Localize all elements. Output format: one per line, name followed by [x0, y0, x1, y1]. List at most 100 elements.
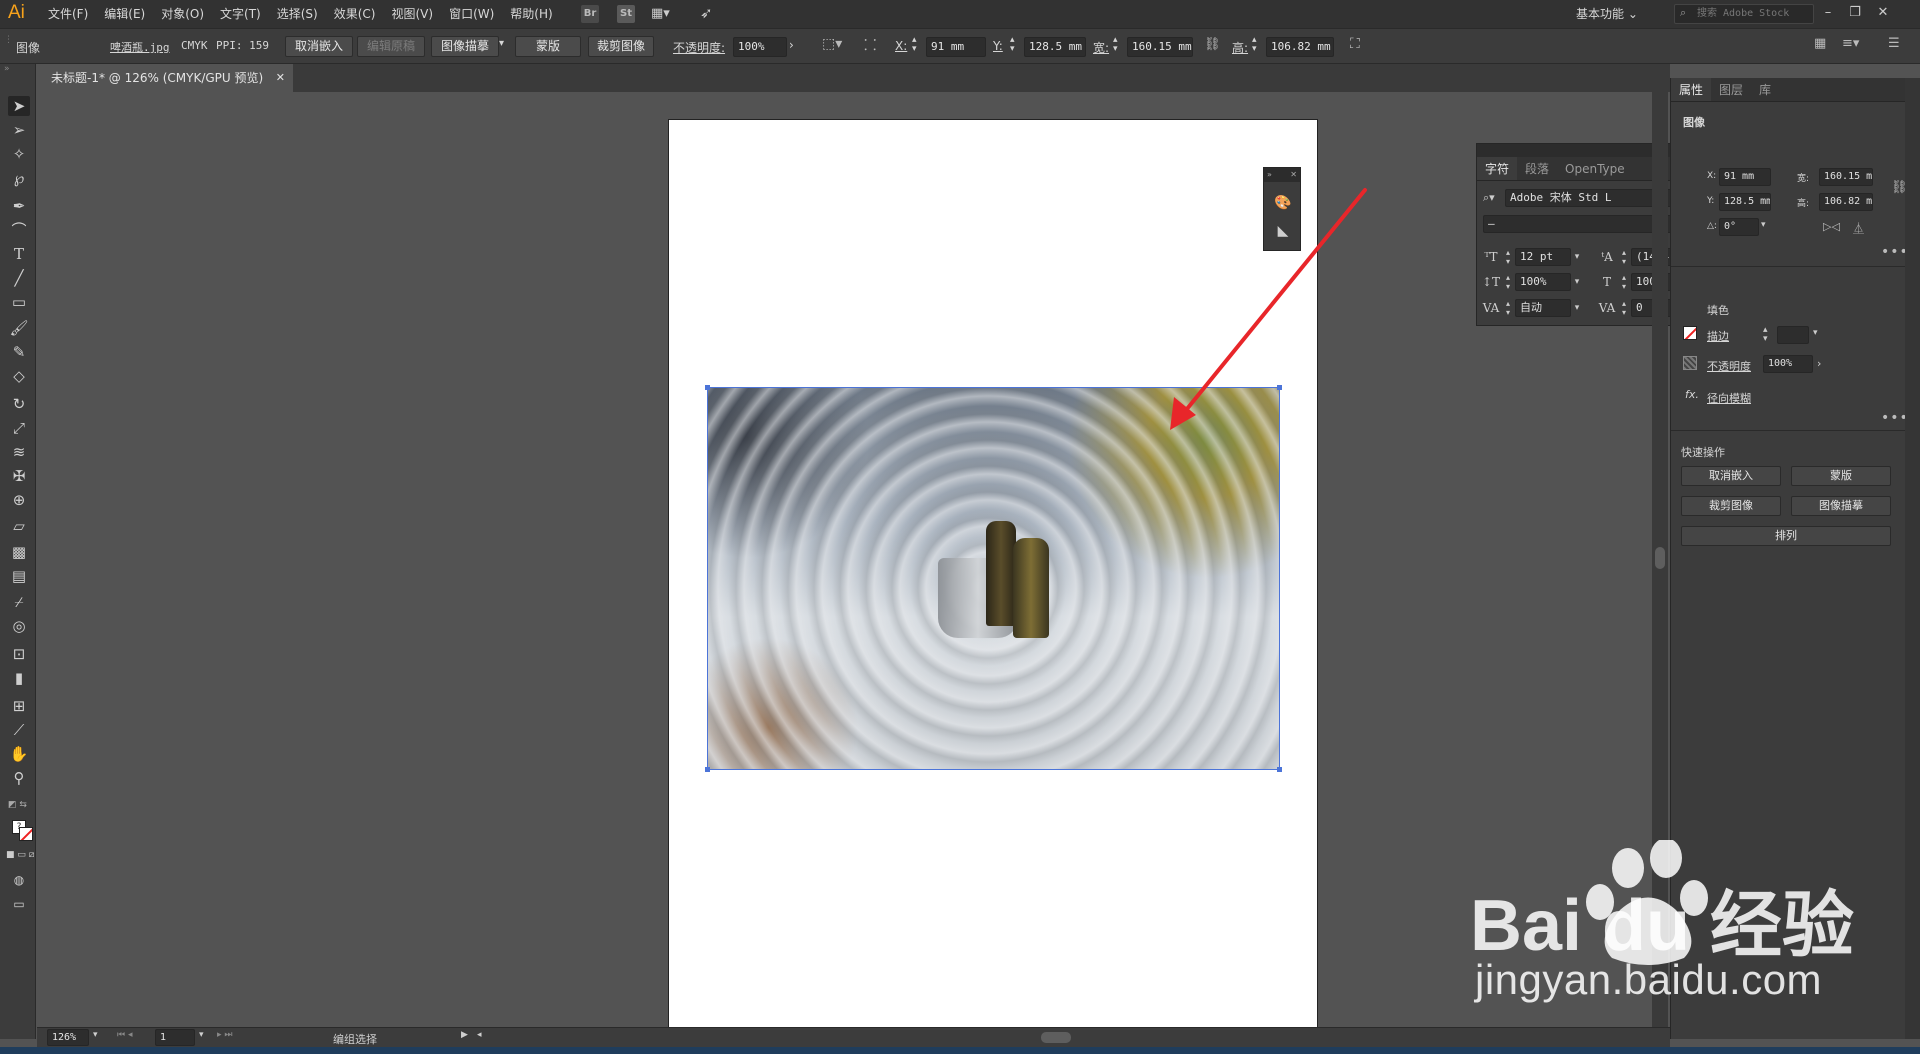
stepper-icon[interactable]: ▴ ▾ [1619, 273, 1629, 291]
tab-opentype[interactable]: OpenType [1557, 157, 1633, 180]
menu-effect[interactable]: 效果(C) [326, 0, 384, 28]
width-field[interactable]: 160.15 mm [1127, 37, 1193, 57]
chevron-down-icon[interactable]: ▾ [199, 1030, 204, 1040]
align-selection-icon[interactable]: ⬚▾ [822, 36, 842, 52]
image-trace-button[interactable]: 图像描摹 [1791, 496, 1891, 516]
expand-icon[interactable]: » [1267, 168, 1272, 182]
stepper-icon[interactable]: ▴ ▾ [1503, 248, 1513, 266]
magic-wand-tool-icon[interactable]: ✧ [8, 144, 30, 164]
lasso-tool-icon[interactable]: ℘ [8, 168, 30, 188]
pen-tool-icon[interactable]: ✒ [8, 196, 30, 216]
curvature-tool-icon[interactable]: ⌒ [8, 220, 30, 240]
mask-button[interactable]: 蒙版 [1791, 466, 1891, 486]
artboard-tool-icon[interactable]: ⊞ [8, 696, 30, 716]
paintbrush-tool-icon[interactable]: 🖌 [8, 318, 30, 338]
reference-point-icon[interactable]: ⸬ [864, 35, 876, 55]
mesh-tool-icon[interactable]: ▩ [8, 542, 30, 562]
menu-file[interactable]: 文件(F) [40, 0, 96, 28]
arrange-panels-icon[interactable]: ▦ [1814, 36, 1826, 51]
flip-vertical-icon[interactable]: ⏅ [1853, 220, 1864, 236]
symbol-sprayer-tool-icon[interactable]: ⊡ [8, 644, 30, 664]
x-field[interactable]: 91 mm [926, 37, 986, 57]
kerning-field[interactable]: 自动 [1515, 299, 1571, 317]
tab-paragraph[interactable]: 段落 [1517, 157, 1557, 180]
line-tool-icon[interactable]: ╱ [8, 268, 30, 288]
zoom-field[interactable]: 126% [47, 1029, 89, 1046]
tab-properties[interactable]: 属性 [1671, 78, 1712, 101]
stroke-weight-field[interactable] [1777, 326, 1809, 344]
draw-mode-icon[interactable]: ◍ [8, 870, 30, 890]
opacity-field[interactable]: 100% [733, 37, 787, 57]
fill-stroke-swatch[interactable]: ? [12, 820, 34, 842]
toolbar-collapse-icon[interactable]: » [4, 64, 10, 74]
stepper-icon[interactable]: ▴ ▾ [1503, 273, 1513, 291]
chevron-down-icon[interactable]: ▾ [1571, 248, 1583, 266]
transform-icon[interactable]: ⛶ [1350, 36, 1360, 52]
filename-link[interactable]: 啤酒瓶.jpg [110, 39, 170, 55]
shape-builder-tool-icon[interactable]: ⊕ [8, 490, 30, 510]
rotation-field[interactable]: 0° [1719, 218, 1759, 236]
workspace-switcher[interactable]: 基本功能 ⌄ [1576, 4, 1638, 24]
eraser-tool-icon[interactable]: ◇ [8, 366, 30, 386]
blend-tool-icon[interactable]: ◎ [8, 616, 30, 636]
opacity-label[interactable]: 不透明度 [1707, 358, 1751, 374]
scrollbar-thumb[interactable] [1655, 547, 1665, 569]
gpu-rocket-icon[interactable]: ➶ [700, 4, 713, 22]
menu-window[interactable]: 窗口(W) [441, 0, 502, 28]
minimize-icon[interactable]: – [1815, 2, 1841, 24]
placed-image-radial-blur[interactable] [707, 387, 1280, 770]
chevron-down-icon[interactable]: ▾ [1571, 273, 1583, 291]
scroll-left-icon[interactable]: ◂ [477, 1030, 482, 1040]
horizontal-scrollbar-thumb[interactable] [1041, 1032, 1071, 1043]
selection-handle[interactable] [705, 767, 710, 772]
arrange-button[interactable]: 排列 [1681, 526, 1891, 546]
menu-edit[interactable]: 编辑(E) [96, 0, 153, 28]
unembed-button[interactable]: 取消嵌入 [285, 36, 353, 57]
mask-button[interactable]: 蒙版 [515, 36, 581, 57]
x-stepper-icon[interactable]: ▴ ▾ [912, 36, 917, 54]
y-field[interactable]: 128.5 mm [1719, 193, 1771, 211]
flip-horizontal-icon[interactable]: ▷◁ [1823, 220, 1840, 233]
color-mode-icons[interactable]: ■ ▭ ⧄ [6, 850, 34, 860]
y-stepper-icon[interactable]: ▴ ▾ [1010, 36, 1015, 54]
last-artboard-icon[interactable]: ▸ ⏭ [217, 1030, 232, 1040]
close-icon[interactable]: ✕ [1290, 168, 1297, 182]
width-field[interactable]: 160.15 m [1819, 168, 1873, 186]
stroke-label[interactable]: 描边 [1707, 328, 1729, 344]
trace-dropdown-icon[interactable]: ▾ [499, 38, 504, 49]
stroke-none-icon[interactable] [1683, 326, 1697, 340]
x-field[interactable]: 91 mm [1719, 168, 1771, 186]
y-field[interactable]: 128.5 mm [1024, 37, 1086, 57]
font-size-field[interactable]: 12 pt [1515, 248, 1571, 266]
height-field[interactable]: 106.82 m [1819, 193, 1873, 211]
puppet-warp-tool-icon[interactable]: ✠ [8, 466, 30, 486]
constrain-proportions-icon[interactable]: ⛓ [1204, 37, 1221, 52]
zoom-tool-icon[interactable]: ⚲ [8, 768, 30, 788]
panel-options-icon[interactable]: ≡▾ [1842, 36, 1859, 51]
menu-view[interactable]: 视图(V) [383, 0, 441, 28]
close-tab-icon[interactable]: ✕ [276, 64, 285, 92]
close-window-icon[interactable]: ✕ [1870, 2, 1896, 24]
selection-handle[interactable] [705, 385, 710, 390]
stock-icon[interactable]: St [617, 5, 635, 23]
opacity-more-icon[interactable]: › [789, 38, 794, 52]
w-stepper-icon[interactable]: ▴ ▾ [1113, 36, 1118, 54]
crop-image-button[interactable]: 裁剪图像 [588, 36, 654, 57]
type-tool-icon[interactable]: T [8, 244, 30, 264]
control-menu-icon[interactable]: ☰ [1888, 36, 1900, 51]
stepper-icon[interactable]: ▴ ▾ [1619, 248, 1629, 266]
gradient-tool-icon[interactable]: ▤ [8, 566, 30, 586]
h-stepper-icon[interactable]: ▴ ▾ [1252, 36, 1257, 54]
selection-handle[interactable] [1277, 767, 1282, 772]
image-trace-button[interactable]: 图像描摹 [431, 36, 499, 57]
vertical-scale-field[interactable]: 100% [1515, 273, 1571, 291]
tab-libraries[interactable]: 库 [1751, 78, 1779, 101]
menu-help[interactable]: 帮助(H) [502, 0, 560, 28]
arrange-documents-icon[interactable]: ▦▾ [651, 6, 670, 21]
artboard-number-field[interactable]: 1 [155, 1029, 195, 1046]
crop-image-button[interactable]: 裁剪图像 [1681, 496, 1781, 516]
scale-tool-icon[interactable]: ⤢ [8, 418, 30, 438]
chevron-down-icon[interactable]: ▾ [1571, 299, 1583, 317]
stock-search-input[interactable]: 搜索 Adobe Stock [1674, 4, 1814, 24]
menu-object[interactable]: 对象(O) [153, 0, 212, 28]
